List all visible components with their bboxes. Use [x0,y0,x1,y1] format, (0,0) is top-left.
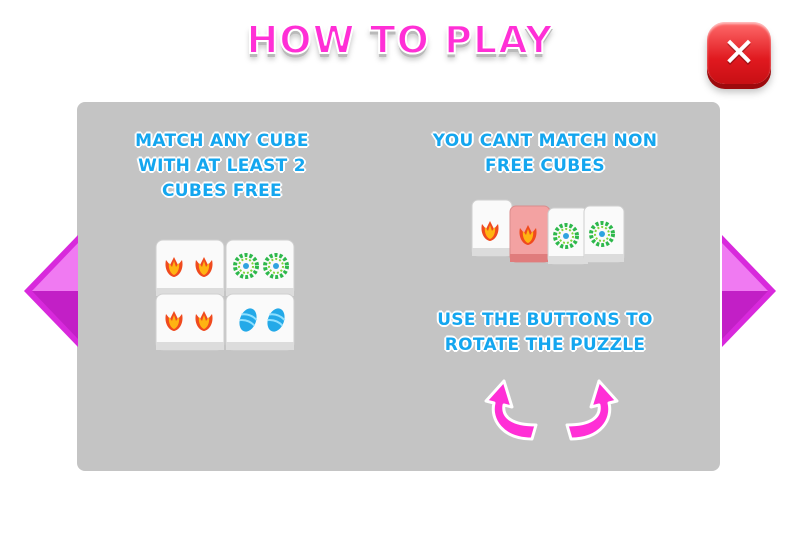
match-rule-line-3: CUBES FREE [162,181,282,201]
rotate-left-icon [484,379,538,441]
cube-wreath [225,239,295,297]
non-free-rule-line-1: YOU CANT MATCH NON [432,131,658,151]
page-title: HOW TO PLAY [245,17,554,63]
cube-tulip [155,293,225,351]
close-icon: ✕ [722,30,756,76]
rotate-right-button[interactable] [555,377,619,449]
non-free-rule-line-2: FREE CUBES [485,156,605,176]
cube-wreath [547,207,589,265]
rotate-rule-text: USE THE BUTTONS TO ROTATE THE PUZZLE [390,308,700,358]
match-rule-text: MATCH ANY CUBE WITH AT LEAST 2 CUBES FRE… [82,129,362,204]
cube-easter-egg [225,293,295,351]
cube-wreath [583,205,625,263]
rotate-rule-line-1: USE THE BUTTONS TO [437,310,653,330]
rotate-right-icon [565,379,619,441]
previous-page-button[interactable] [22,233,80,353]
triangle-right-icon [722,235,776,347]
cube-tulip-highlighted [509,205,551,263]
cube-tulip [471,199,513,257]
non-free-rule-text: YOU CANT MATCH NON FREE CUBES [390,129,700,179]
rotate-rule-line-2: ROTATE THE PUZZLE [444,335,646,355]
next-page-button[interactable] [720,233,778,353]
match-rule-line-1: MATCH ANY CUBE [135,131,309,151]
non-free-cubes-example [470,196,630,274]
triangle-left-icon [24,235,78,347]
match-rule-line-2: WITH AT LEAST 2 [138,156,306,176]
cube-tulip [155,239,225,297]
free-cubes-example [152,236,302,360]
rotate-left-button[interactable] [484,377,548,449]
close-button[interactable]: ✕ [707,22,771,84]
